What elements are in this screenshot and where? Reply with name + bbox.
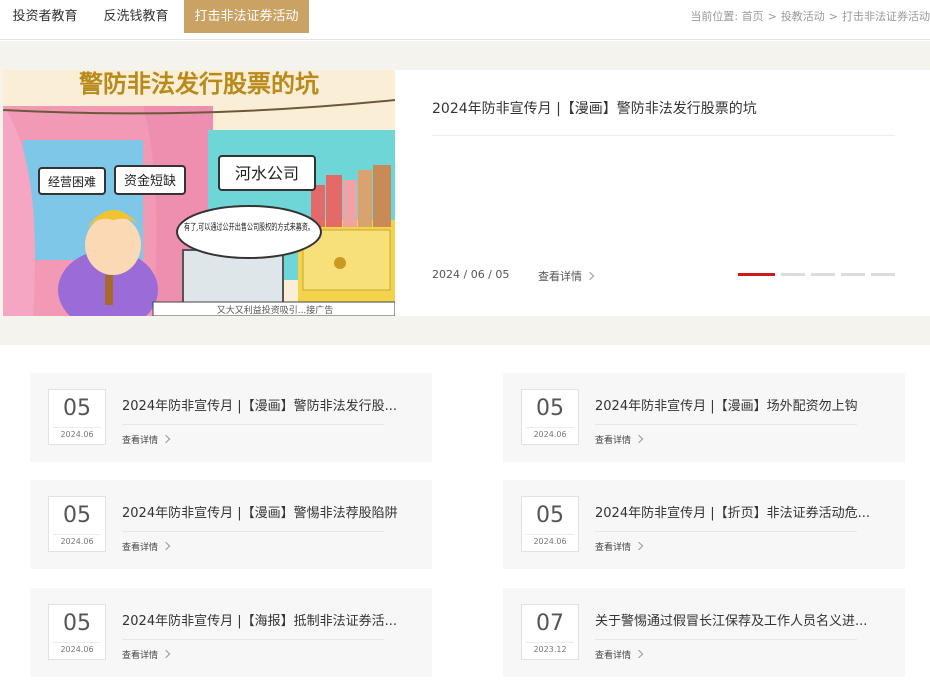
chevron-right-icon <box>161 434 171 444</box>
news-title[interactable]: 2024年防非宣传月 |【漫画】警惕非法荐股陷阱 <box>122 502 412 521</box>
news-more-link[interactable]: 查看详情 <box>595 648 644 661</box>
tab-anti-money-laundering[interactable]: 反洗钱教育 <box>95 0 177 33</box>
news-title[interactable]: 2024年防非宣传月 |【海报】抵制非法证券活... <box>122 610 412 629</box>
more-label: 查看详情 <box>122 543 159 553</box>
tab-investor-education[interactable]: 投资者教育 <box>4 0 86 33</box>
news-more-link[interactable]: 查看详情 <box>595 540 644 553</box>
news-day: 05 <box>63 611 91 636</box>
news-title[interactable]: 2024年防非宣传月 |【折页】非法证券活动危... <box>595 502 885 521</box>
comic-bubble-text: 资金短缺 <box>124 173 176 189</box>
news-card[interactable]: 05 2024.06 2024年防非宣传月 |【漫画】警惕非法荐股陷阱 查看详情 <box>30 480 432 569</box>
chevron-right-icon <box>585 271 595 281</box>
divider <box>595 531 857 532</box>
divider <box>122 424 384 425</box>
chevron-right-icon <box>161 541 171 551</box>
news-year-month: 2024.06 <box>53 642 101 657</box>
date-box: 05 2024.06 <box>48 604 106 660</box>
carousel-dot[interactable] <box>738 273 775 276</box>
news-more-link[interactable]: 查看详情 <box>122 648 171 661</box>
news-year-month: 2024.06 <box>53 427 101 442</box>
breadcrumb-separator: > <box>828 10 838 23</box>
breadcrumb-prefix: 当前位置: <box>690 10 739 23</box>
news-day: 07 <box>536 611 564 636</box>
featured-title[interactable]: 2024年防非宣传月 |【漫画】警防非法发行股票的坑 <box>432 98 895 136</box>
date-box: 05 2024.06 <box>48 389 106 445</box>
news-more-link[interactable]: 查看详情 <box>122 540 171 553</box>
news-year-month: 2023.12 <box>526 642 574 657</box>
date-box: 05 2024.06 <box>521 496 579 552</box>
news-year-month: 2024.06 <box>53 534 101 549</box>
featured-more-label: 查看详情 <box>538 270 582 283</box>
more-label: 查看详情 <box>595 543 632 553</box>
news-more-link[interactable]: 查看详情 <box>595 433 644 446</box>
news-day: 05 <box>63 503 91 528</box>
chevron-right-icon <box>634 649 644 659</box>
featured-comic-image[interactable]: 警防非法发行股票的坑 经营困难 资金短缺 河水公司 有了,可以通过公开出售公司股… <box>3 70 395 316</box>
featured-more-link[interactable]: 查看详情 <box>538 268 595 284</box>
carousel-dot[interactable] <box>871 273 895 276</box>
carousel-dot[interactable] <box>841 273 865 276</box>
more-label: 查看详情 <box>595 436 632 446</box>
news-day: 05 <box>536 503 564 528</box>
more-label: 查看详情 <box>122 436 159 446</box>
news-day: 05 <box>536 396 564 421</box>
more-label: 查看详情 <box>595 651 632 661</box>
date-box: 07 2023.12 <box>521 604 579 660</box>
news-title[interactable]: 2024年防非宣传月 |【漫画】警防非法发行股... <box>122 395 412 414</box>
divider <box>122 639 384 640</box>
featured-article: 警防非法发行股票的坑 经营困难 资金短缺 河水公司 有了,可以通过公开出售公司股… <box>3 70 930 316</box>
divider <box>122 531 384 532</box>
breadcrumb-current[interactable]: 打击非法证券活动 <box>842 10 930 23</box>
divider <box>595 639 857 640</box>
news-card[interactable]: 05 2024.06 2024年防非宣传月 |【漫画】警防非法发行股... 查看… <box>30 373 432 462</box>
top-navigation: 投资者教育 反洗钱教育 打击非法证券活动 当前位置: 首页 > 投教活动 > 打击非法证… <box>0 0 930 40</box>
news-more-link[interactable]: 查看详情 <box>122 433 171 446</box>
comic-bubble-text: 经营困难 <box>48 175 96 189</box>
divider <box>595 424 857 425</box>
date-box: 05 2024.06 <box>48 496 106 552</box>
news-title[interactable]: 2024年防非宣传月 |【漫画】场外配资勿上钩 <box>595 395 885 414</box>
chevron-right-icon <box>634 541 644 551</box>
news-year-month: 2024.06 <box>526 534 574 549</box>
comic-caption: 警防非法发行股票的坑 <box>78 70 319 98</box>
carousel-indicators <box>738 273 901 292</box>
comic-bottom-text: 又大又利益投资吸引...接广告 <box>217 304 334 316</box>
news-card[interactable]: 05 2024.06 2024年防非宣传月 |【漫画】场外配资勿上钩 查看详情 <box>503 373 905 462</box>
breadcrumb-activities[interactable]: 投教活动 <box>781 10 825 23</box>
news-year-month: 2024.06 <box>526 427 574 442</box>
news-day: 05 <box>63 396 91 421</box>
comic-bubble-text: 河水公司 <box>235 164 299 183</box>
breadcrumb-separator: > <box>767 10 777 23</box>
news-card[interactable]: 05 2024.06 2024年防非宣传月 |【折页】非法证券活动危... 查看… <box>503 480 905 569</box>
carousel-dot[interactable] <box>781 273 805 276</box>
news-card[interactable]: 07 2023.12 关于警惕通过假冒长江保荐及工作人员名义进... 查看详情 <box>503 588 905 677</box>
comic-speech-text: 有了,可以通过公开出售公司股权的方式来募资。 <box>184 221 314 233</box>
chevron-right-icon <box>161 649 171 659</box>
breadcrumb: 当前位置: 首页 > 投教活动 > 打击非法证券活动 <box>690 0 930 33</box>
date-box: 05 2024.06 <box>521 389 579 445</box>
breadcrumb-home[interactable]: 首页 <box>742 10 764 23</box>
featured-date: 2024 / 06 / 05 <box>432 268 510 281</box>
more-label: 查看详情 <box>122 651 159 661</box>
carousel-dot[interactable] <box>811 273 835 276</box>
news-card[interactable]: 05 2024.06 2024年防非宣传月 |【海报】抵制非法证券活... 查看… <box>30 588 432 677</box>
chevron-right-icon <box>634 434 644 444</box>
tab-illegal-securities[interactable]: 打击非法证券活动 <box>184 0 309 33</box>
news-title[interactable]: 关于警惕通过假冒长江保荐及工作人员名义进... <box>595 610 885 629</box>
